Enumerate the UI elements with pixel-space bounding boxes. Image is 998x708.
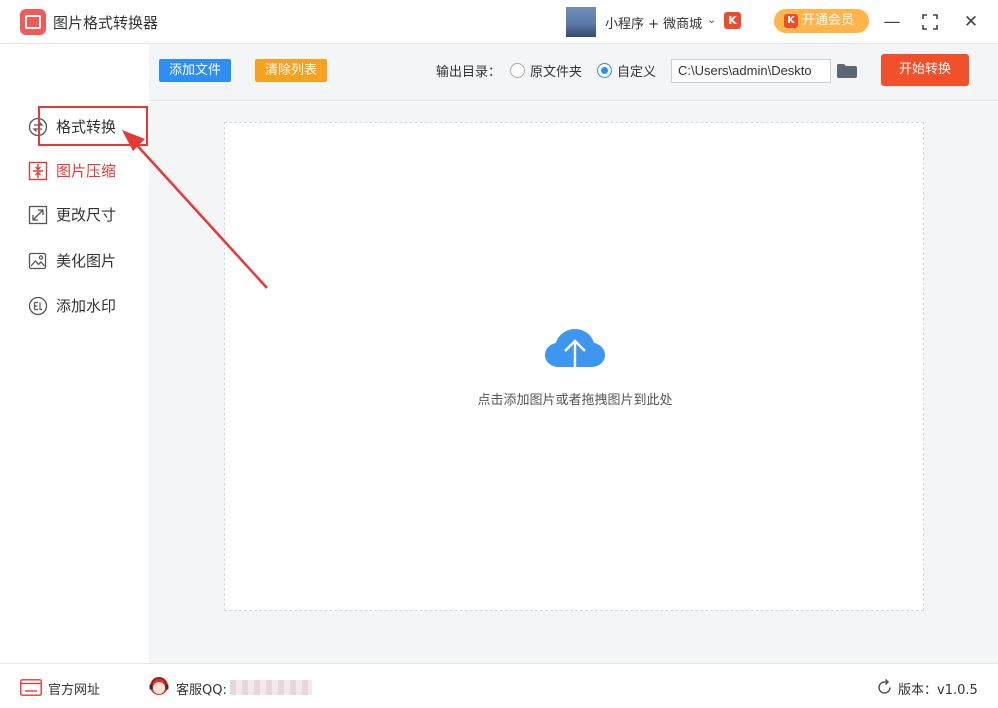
- sidebar-item-label: 更改尺寸: [56, 206, 117, 224]
- radio-custom-folder-label[interactable]: 自定义: [617, 61, 656, 80]
- status-bar: 官方网址 客服QQ: 版本：v1.0.5: [0, 663, 998, 708]
- sidebar-item-label: 添加水印: [56, 297, 117, 315]
- minimize-button[interactable]: —: [878, 8, 906, 36]
- start-convert-button[interactable]: 开始转换: [881, 54, 969, 86]
- sidebar-item-resize[interactable]: 更改尺寸: [28, 202, 138, 228]
- close-button[interactable]: ✕: [957, 8, 985, 36]
- refresh-icon[interactable]: [876, 679, 893, 696]
- customer-service-icon[interactable]: [147, 675, 171, 699]
- brand-badge-icon: K: [724, 12, 741, 29]
- official-website-link[interactable]: 官方网址: [48, 679, 100, 698]
- folder-icon[interactable]: [837, 64, 857, 78]
- sidebar-item-beautify[interactable]: 美化图片: [28, 248, 138, 274]
- vip-icon: K: [784, 14, 798, 28]
- maximize-button[interactable]: [916, 8, 944, 36]
- output-directory-label: 输出目录：: [436, 65, 502, 80]
- vip-label: 开通会员: [802, 13, 855, 28]
- watermark-icon: [28, 296, 48, 316]
- cloud-upload-icon: [545, 329, 605, 381]
- customer-qq-label: 客服QQ:: [176, 683, 227, 698]
- radio-original-folder[interactable]: [510, 63, 525, 78]
- sidebar-item-watermark[interactable]: 添加水印: [28, 293, 138, 319]
- sidebar-item-image-compress[interactable]: 图片压缩: [28, 158, 138, 184]
- compress-icon: [28, 161, 48, 181]
- app-title: 图片格式转换器: [53, 14, 159, 32]
- app-logo-icon: [20, 9, 46, 35]
- toolbar: 添加文件 清除列表 输出目录： 原文件夹 自定义 C:\Users\admin\…: [149, 44, 998, 101]
- radio-original-folder-label[interactable]: 原文件夹: [530, 61, 582, 80]
- add-file-button[interactable]: 添加文件: [159, 59, 231, 82]
- mini-program-thumbnail[interactable]: [566, 7, 596, 37]
- qq-number-redacted: [230, 680, 312, 695]
- file-drop-zone[interactable]: 点击添加图片或者拖拽图片到此处: [224, 122, 924, 611]
- drop-hint-text: 点击添加图片或者拖拽图片到此处: [477, 393, 673, 408]
- annotation-highlight-box: [38, 106, 148, 146]
- title-bar: 图片格式转换器 小程序 + 微商城 ⌄ K K 开通会员 — ✕: [0, 0, 998, 44]
- mini-program-link[interactable]: 小程序 + 微商城: [605, 13, 702, 32]
- beautify-icon: [28, 252, 47, 270]
- main-panel: 点击添加图片或者拖拽图片到此处: [149, 102, 998, 663]
- sidebar-item-label: 美化图片: [56, 252, 117, 270]
- maximize-icon: [922, 14, 938, 30]
- output-path-field[interactable]: C:\Users\admin\Deskto: [671, 59, 831, 83]
- chevron-down-icon[interactable]: ⌄: [707, 13, 716, 26]
- vip-button[interactable]: K 开通会员: [774, 9, 869, 33]
- version-label: 版本：v1.0.5: [898, 683, 978, 698]
- website-icon[interactable]: [20, 679, 42, 696]
- resize-icon: [28, 205, 48, 225]
- sidebar-item-label: 图片压缩: [56, 162, 117, 180]
- clear-list-button[interactable]: 清除列表: [255, 59, 327, 82]
- radio-custom-folder[interactable]: [597, 63, 612, 78]
